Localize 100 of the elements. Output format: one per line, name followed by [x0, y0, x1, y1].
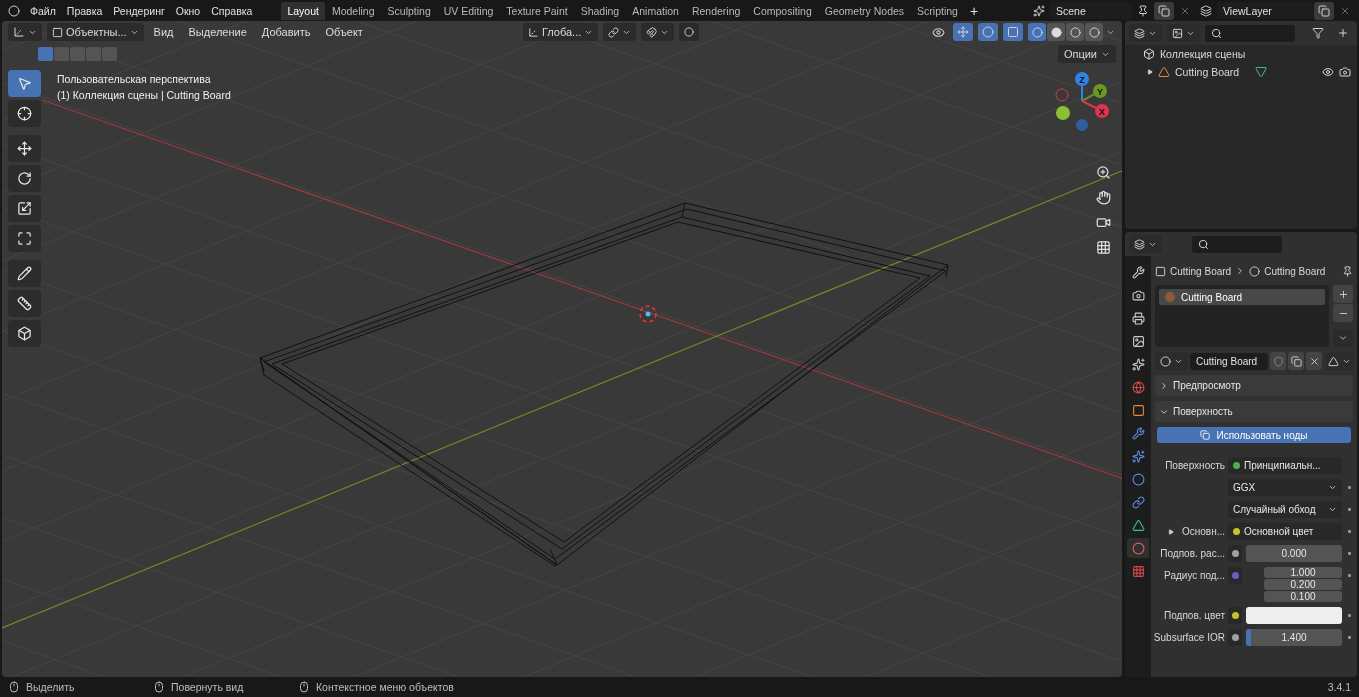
sphere-icon	[1131, 541, 1145, 555]
copy-icon[interactable]	[1154, 1, 1174, 20]
tool-button[interactable]	[8, 320, 41, 347]
mode-dropdown[interactable]: Объектны...	[47, 23, 144, 41]
xray-toggle-icon[interactable]	[1003, 23, 1023, 41]
viewport-info-text: Пользовательская перспектива	[57, 73, 212, 85]
workspace-tab[interactable]: Scripting	[911, 1, 964, 20]
scale-icon	[17, 201, 32, 216]
use-nodes-button[interactable]: Использовать ноды	[1157, 427, 1351, 443]
workspace-tab[interactable]: UV Editing	[437, 1, 500, 20]
link-dropdown[interactable]	[1326, 352, 1353, 370]
socket-icon	[1228, 629, 1242, 646]
axes-icon	[527, 26, 539, 38]
property-label: Subsurface IOR	[1155, 631, 1225, 645]
overlay-toggle-icon[interactable]	[978, 23, 998, 41]
add-workspace-button[interactable]: +	[964, 2, 984, 19]
square-icon	[1155, 265, 1166, 277]
orientation-dropdown[interactable]: Глоба...	[522, 23, 599, 41]
shading-mode-button[interactable]	[1085, 23, 1103, 41]
link-icon	[1131, 495, 1145, 509]
eye-icon[interactable]	[1322, 66, 1334, 78]
panel-header[interactable]: Предпросмотр	[1155, 375, 1353, 396]
pivot-dropdown[interactable]	[603, 23, 637, 41]
workspace-tab[interactable]: Compositing	[747, 1, 818, 20]
menu-item[interactable]: Добавить	[256, 26, 316, 38]
options-dropdown[interactable]: Опции	[1057, 45, 1116, 63]
collection-label[interactable]: Коллекция сцены	[1160, 48, 1246, 60]
layers-icon	[1134, 27, 1145, 39]
add-slot-icon[interactable]	[1333, 285, 1353, 303]
workspace-tab[interactable]: Rendering	[685, 1, 747, 20]
object-label[interactable]: Cutting Board	[1175, 66, 1250, 78]
3d-cursor-icon	[639, 305, 657, 323]
editor-type-dropdown[interactable]	[8, 23, 42, 41]
panel-header[interactable]: Поверхность	[1155, 401, 1353, 422]
copy-icon[interactable]	[1288, 352, 1304, 370]
menu-item[interactable]: Объект	[320, 26, 368, 38]
copy-icon[interactable]	[1314, 1, 1334, 20]
tool-button[interactable]	[8, 225, 41, 252]
chevron-down-icon	[1328, 483, 1337, 492]
workspace-tab[interactable]: Shading	[574, 1, 626, 20]
shading-mode-button[interactable]	[1028, 23, 1046, 41]
shading-mode-button[interactable]	[1066, 23, 1084, 41]
property-label: Подпов. цвет	[1163, 609, 1225, 623]
circle-icon	[1131, 472, 1145, 486]
input-link-field[interactable]: Принципиальн...	[1228, 457, 1342, 474]
transform-icon	[17, 231, 32, 246]
collection-icon	[1143, 48, 1155, 60]
axis-gizmo[interactable]: Z Y X	[1055, 72, 1109, 131]
menu-item[interactable]: Файл	[25, 4, 61, 17]
workspace-tab[interactable]: Animation	[626, 1, 685, 20]
dropdown[interactable]: GGX	[1228, 479, 1342, 496]
menu-item[interactable]: Окно	[170, 4, 206, 17]
sphere-icon	[1160, 355, 1171, 367]
workspace-tab[interactable]: Sculpting	[381, 1, 437, 20]
tool-button[interactable]	[8, 260, 41, 287]
view-layer-field[interactable]: ViewLayer	[1217, 2, 1313, 19]
workspace-tab[interactable]: Geometry Nodes	[818, 1, 911, 20]
menu-item[interactable]: Справка	[206, 4, 258, 17]
checker-icon	[1131, 564, 1145, 578]
display-mode-dropdown[interactable]	[1129, 24, 1162, 42]
filter-dropdown[interactable]	[1167, 24, 1200, 42]
socket-icon	[1228, 567, 1242, 584]
nodes-icon	[1200, 430, 1211, 440]
tool-button[interactable]	[8, 165, 41, 192]
version-label: 3.4.1	[1327, 681, 1351, 693]
close-icon[interactable]	[1306, 352, 1322, 370]
expand-arrow-icon[interactable]	[1147, 69, 1153, 75]
workspace-tab[interactable]: Layout	[281, 1, 325, 20]
tool-button[interactable]	[8, 195, 41, 222]
slider-field[interactable]: 1.400	[1246, 629, 1342, 646]
menu-item[interactable]: Правка	[61, 4, 108, 17]
number-field[interactable]: 0.000	[1246, 545, 1342, 562]
number-field[interactable]: 0.200	[1264, 579, 1342, 590]
snap-dropdown[interactable]	[641, 23, 675, 41]
shading-mode-button[interactable]	[1047, 23, 1065, 41]
tool-button[interactable]	[8, 290, 41, 317]
workspace-tab[interactable]: Texture Paint	[500, 1, 574, 20]
mouse-icon	[298, 681, 310, 693]
number-field[interactable]: 0.100	[1264, 591, 1342, 602]
gizmo-toggle-icon[interactable]	[953, 23, 973, 41]
pin-icon	[1342, 265, 1353, 277]
tool-button[interactable]	[8, 135, 41, 162]
search-field[interactable]	[1205, 24, 1295, 42]
input-link-field[interactable]: Основной цвет	[1228, 523, 1342, 540]
circle-icon	[684, 27, 695, 37]
color-swatch[interactable]	[1246, 607, 1342, 624]
material-slot[interactable]: Cutting Board	[1159, 289, 1325, 305]
number-field[interactable]: 1.000	[1264, 567, 1342, 578]
material-name-field[interactable]: Cutting Board	[1190, 352, 1268, 370]
search-field[interactable]	[1192, 235, 1282, 253]
menu-item[interactable]: Вид	[148, 26, 179, 38]
tool-button[interactable]	[8, 100, 41, 127]
browse-material-dropdown[interactable]	[1155, 352, 1188, 370]
menu-item[interactable]: Рендеринг	[108, 4, 170, 17]
workspace-tab[interactable]: Modeling	[325, 1, 381, 20]
proportional-edit-dropdown[interactable]	[679, 23, 700, 41]
editor-type-dropdown[interactable]	[1129, 235, 1162, 253]
menu-item[interactable]: Выделение	[183, 26, 252, 38]
scene-field[interactable]: Scene	[1050, 2, 1132, 19]
dropdown[interactable]: Случайный обход	[1228, 501, 1342, 518]
